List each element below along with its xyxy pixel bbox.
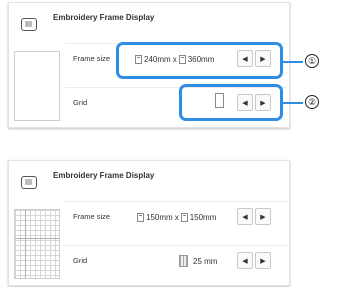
callout-box-1 xyxy=(116,42,283,79)
callout-number-1: ① xyxy=(305,54,319,68)
frame-size-label: Frame size xyxy=(73,54,111,63)
grid-prev-button[interactable]: ◀ xyxy=(237,252,253,269)
frame-preview xyxy=(14,51,60,121)
frame-size-label: Frame size xyxy=(73,212,111,221)
grid-25mm-icon xyxy=(179,255,188,267)
grid-row: Grid 25 mm ◀ ▶ xyxy=(65,245,287,276)
frame-width-icon xyxy=(137,212,144,222)
grid-label: Grid xyxy=(73,98,88,107)
panel-title: Embroidery Frame Display xyxy=(53,13,155,22)
callout-line-2 xyxy=(283,102,303,104)
grid-next-button[interactable]: ▶ xyxy=(255,252,271,269)
frame-display-icon xyxy=(21,18,37,31)
callout-line-1 xyxy=(283,61,303,63)
frame-size-value: 150mm x 150mm xyxy=(137,210,216,224)
frame-width-value: 150mm xyxy=(146,212,173,222)
panel-title: Embroidery Frame Display xyxy=(53,171,155,180)
frame-height-value: 150mm xyxy=(189,212,217,222)
frame-size-row: Frame size 150mm x 150mm ◀ ▶ xyxy=(65,201,287,232)
frame-display-panel-bottom: Embroidery Frame Display Frame size 150m… xyxy=(8,160,290,286)
grid-value: 25 mm xyxy=(179,254,217,268)
panel-header: Embroidery Frame Display xyxy=(9,161,289,201)
callout-box-2 xyxy=(179,84,283,121)
frame-size-prev-button[interactable]: ◀ xyxy=(237,208,253,225)
callout-number-2: ② xyxy=(305,95,319,109)
frame-display-icon xyxy=(21,176,37,189)
frame-preview-grid xyxy=(14,209,60,279)
frame-size-next-button[interactable]: ▶ xyxy=(255,208,271,225)
frame-height-icon xyxy=(180,212,188,222)
frame-size-separator: x xyxy=(174,212,179,222)
panel-header: Embroidery Frame Display xyxy=(9,3,289,43)
grid-label: Grid xyxy=(73,256,88,265)
grid-size-value: 25 mm xyxy=(193,256,218,266)
